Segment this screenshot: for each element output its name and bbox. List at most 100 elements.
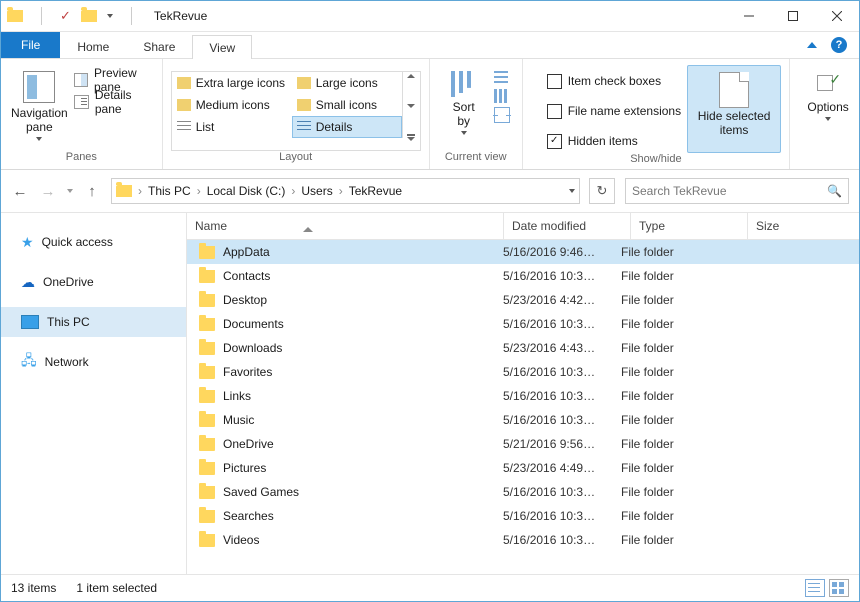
file-row[interactable]: Desktop5/23/2016 4:42…File folder [187,288,859,312]
layout-list[interactable]: List [172,116,292,138]
forward-button[interactable]: → [39,183,57,200]
search-icon: 🔍 [827,184,842,198]
group-label-layout: Layout [171,151,421,167]
qat-properties-icon[interactable]: ✓ [60,8,71,24]
size-columns-icon[interactable] [494,107,510,123]
item-check-boxes[interactable]: Item check boxes [535,69,681,93]
col-size[interactable]: Size [747,213,859,239]
file-date: 5/16/2016 10:3… [495,365,613,379]
xl-icon [177,77,191,89]
layout-medium[interactable]: Medium icons [172,94,292,116]
file-tab[interactable]: File [1,32,60,58]
file-row[interactable]: Saved Games5/16/2016 10:3…File folder [187,480,859,504]
file-row[interactable]: Documents5/16/2016 10:3…File folder [187,312,859,336]
history-dropdown[interactable] [67,189,73,193]
file-row[interactable]: Links5/16/2016 10:3…File folder [187,384,859,408]
collapse-ribbon-icon[interactable] [807,42,817,48]
address-dropdown-icon[interactable] [569,189,575,193]
file-row[interactable]: Searches5/16/2016 10:3…File folder [187,504,859,528]
file-row[interactable]: Contacts5/16/2016 10:3…File folder [187,264,859,288]
cloud-icon: ☁ [21,274,35,291]
sort-by-button[interactable]: Sort by [438,65,490,151]
options-icon [815,71,841,97]
file-date: 5/23/2016 4:43… [495,341,613,355]
folder-icon [199,366,215,379]
back-button[interactable]: ← [11,183,29,200]
folder-icon [199,462,215,475]
sidebar-network[interactable]: 🖧Network [1,347,186,377]
crumb-local-disk[interactable]: Local Disk (C:) [203,184,290,198]
gallery-more-icon[interactable] [407,134,415,136]
search-input[interactable]: Search TekRevue 🔍 [625,178,849,204]
folder-icon [199,534,215,547]
file-name: Videos [223,533,259,547]
view-icons-toggle[interactable] [829,579,849,597]
hidden-items[interactable]: ✓Hidden items [535,129,681,153]
file-date: 5/16/2016 9:46… [495,245,613,259]
location-icon [116,185,132,197]
folder-icon [199,390,215,403]
layout-extra-large[interactable]: Extra large icons [172,72,292,94]
crumb-this-pc[interactable]: This PC [144,184,195,198]
details-pane-button[interactable]: Details pane [70,91,154,113]
file-type: File folder [613,317,721,331]
gallery-down-icon[interactable] [407,104,415,108]
file-date: 5/16/2016 10:3… [495,485,613,499]
col-date[interactable]: Date modified [503,213,630,239]
file-name-extensions[interactable]: File name extensions [535,99,681,123]
group-by-icon[interactable] [494,71,508,85]
file-date: 5/21/2016 9:56… [495,437,613,451]
home-tab[interactable]: Home [60,34,126,58]
layout-gallery[interactable]: Extra large icons Large icons Medium ico… [171,71,421,151]
share-tab[interactable]: Share [126,34,192,58]
qat-newfolder-icon[interactable] [81,10,97,22]
file-type: File folder [613,533,721,547]
group-label-showhide: Show/hide [531,153,781,167]
l-icon [297,77,311,89]
checkbox-icon [547,74,562,89]
view-tab[interactable]: View [192,35,252,59]
app-icon [7,10,23,22]
view-details-toggle[interactable] [805,579,825,597]
file-name: Music [223,413,254,427]
file-row[interactable]: Videos5/16/2016 10:3…File folder [187,528,859,552]
sidebar-onedrive[interactable]: ☁OneDrive [1,267,186,297]
monitor-icon [21,315,39,329]
layout-large[interactable]: Large icons [292,72,402,94]
col-name[interactable]: Name [187,219,503,233]
document-icon [719,72,749,108]
file-row[interactable]: Downloads5/23/2016 4:43…File folder [187,336,859,360]
details-icon [297,121,311,133]
close-button[interactable] [815,1,859,31]
up-button[interactable]: ↑ [83,183,101,200]
minimize-button[interactable] [727,1,771,31]
status-selected: 1 item selected [76,581,157,595]
file-row[interactable]: AppData5/16/2016 9:46…File folder [187,240,859,264]
file-row[interactable]: Pictures5/23/2016 4:49…File folder [187,456,859,480]
hide-selected-items-button[interactable]: Hide selected items [687,65,781,153]
layout-details[interactable]: Details [292,116,402,138]
file-date: 5/23/2016 4:49… [495,461,613,475]
layout-small[interactable]: Small icons [292,94,402,116]
crumb-tekrevue[interactable]: TekRevue [345,184,406,198]
qat-customize-icon[interactable] [107,14,113,18]
file-type: File folder [613,341,721,355]
file-type: File folder [613,509,721,523]
folder-icon [199,270,215,283]
col-type[interactable]: Type [630,213,747,239]
file-row[interactable]: Favorites5/16/2016 10:3…File folder [187,360,859,384]
navigation-pane-button[interactable]: Navigation pane [9,65,70,151]
refresh-button[interactable]: ↻ [589,178,615,204]
address-bar[interactable]: › This PC› Local Disk (C:)› Users› TekRe… [111,178,580,204]
file-row[interactable]: OneDrive5/21/2016 9:56…File folder [187,432,859,456]
help-icon[interactable]: ? [831,37,847,53]
file-row[interactable]: Music5/16/2016 10:3…File folder [187,408,859,432]
sidebar-this-pc[interactable]: This PC [1,307,186,337]
add-columns-icon[interactable] [494,89,508,103]
file-type: File folder [613,461,721,475]
gallery-up-icon[interactable] [407,74,415,78]
sidebar-quick-access[interactable]: ★Quick access [1,227,186,257]
maximize-button[interactable] [771,1,815,31]
crumb-users[interactable]: Users [297,184,336,198]
options-button[interactable]: Options [798,65,858,151]
